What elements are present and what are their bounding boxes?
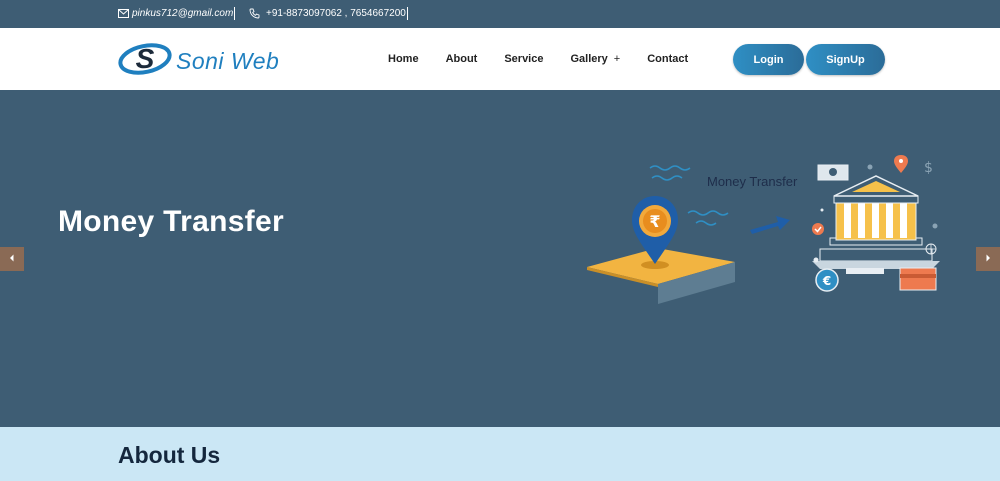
nav-gallery-label: Gallery <box>570 53 608 65</box>
login-button[interactable]: Login <box>733 44 804 75</box>
hero-slider: Money Transfer ₹ $ € Money Transfer <box>0 90 1000 427</box>
svg-text:€: € <box>822 274 831 288</box>
phone-text: +91-8873097062 , 7654667200 <box>266 8 406 19</box>
svg-text:$: $ <box>924 160 933 176</box>
top-contact-bar: pinkus712@gmail.com +91-8873097062 , 765… <box>0 0 1000 28</box>
site-logo[interactable]: S Soni Web <box>118 39 279 84</box>
nav-service[interactable]: Service <box>504 53 543 65</box>
site-header: S Soni Web Home About Service Gallery + C… <box>0 28 1000 90</box>
about-title: About Us <box>118 442 221 468</box>
nav-home[interactable]: Home <box>388 53 419 65</box>
divider <box>407 7 408 20</box>
nav-contact[interactable]: Contact <box>647 53 688 65</box>
chevron-right-icon <box>983 250 993 268</box>
hero-title: Money Transfer <box>58 205 284 238</box>
soni-s-logo-icon: S <box>118 39 172 84</box>
divider <box>234 7 235 20</box>
envelope-icon <box>118 9 129 18</box>
email-contact[interactable]: pinkus712@gmail.com <box>118 8 233 19</box>
phone-icon <box>249 8 260 19</box>
chevron-left-icon <box>7 250 17 268</box>
nav-about[interactable]: About <box>446 53 478 65</box>
phone-contact[interactable]: +91-8873097062 , 7654667200 <box>249 8 406 19</box>
illustration-caption: Money Transfer <box>707 174 798 189</box>
svg-text:S: S <box>136 43 155 74</box>
slider-next-button[interactable] <box>976 247 1000 271</box>
signup-button[interactable]: SignUp <box>806 44 885 75</box>
nav-gallery[interactable]: Gallery + <box>570 53 620 65</box>
expand-plus-icon: + <box>613 53 621 65</box>
logo-text: Soni Web <box>176 48 280 74</box>
email-text: pinkus712@gmail.com <box>132 8 234 19</box>
about-section: About Us <box>0 427 1000 481</box>
slider-prev-button[interactable] <box>0 247 24 271</box>
main-nav: Home About Service Gallery + Contact <box>388 53 715 65</box>
svg-text:₹: ₹ <box>649 212 660 231</box>
